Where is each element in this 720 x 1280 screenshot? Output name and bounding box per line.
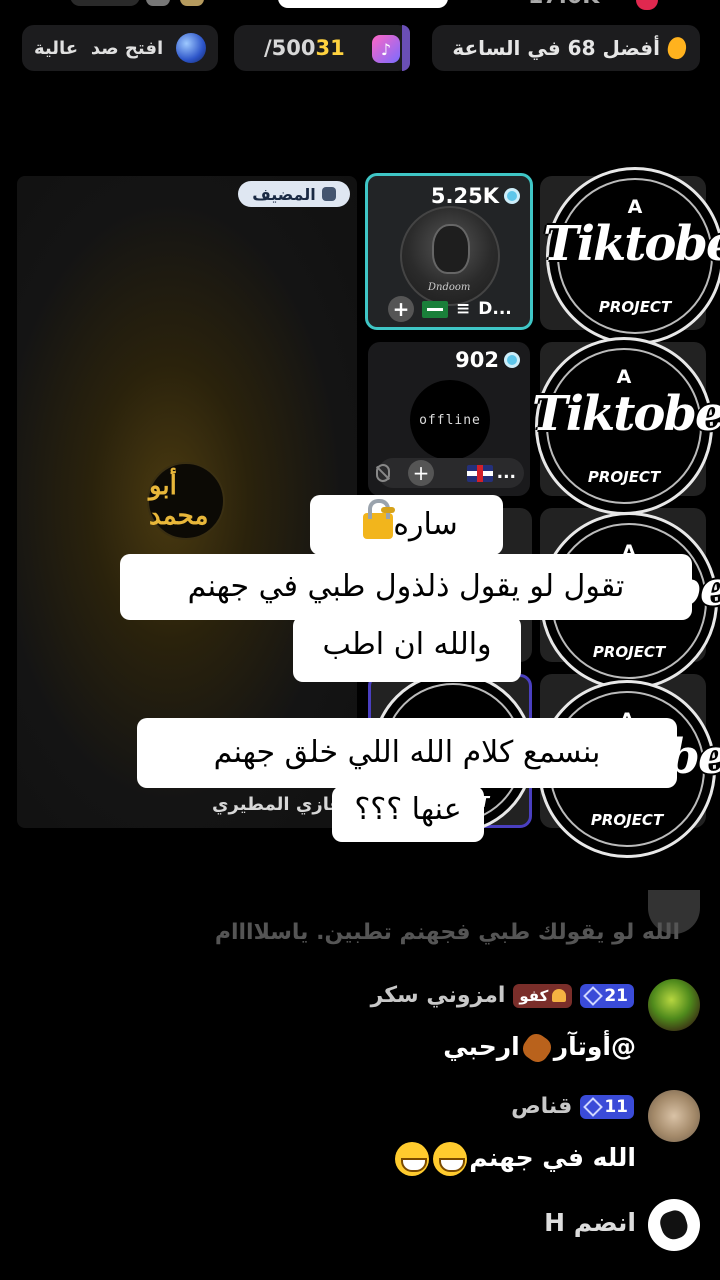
caption-line: عنها ؟؟؟ bbox=[332, 786, 484, 842]
host-avatar[interactable]: أبو محمد bbox=[147, 462, 225, 540]
host-badge-label: المضيف bbox=[252, 184, 316, 204]
hourly-ranking-chip[interactable]: أفضل 68 في الساعة bbox=[432, 25, 700, 71]
chat-text: الله في جهنم bbox=[469, 1143, 636, 1172]
chat-avatar[interactable] bbox=[648, 979, 700, 1031]
chat-message: @أوتآر ارحبي bbox=[443, 1029, 636, 1067]
flame-icon bbox=[665, 35, 689, 61]
close-icon[interactable] bbox=[636, 0, 658, 10]
chat-avatar[interactable] bbox=[648, 1090, 700, 1142]
globe-icon bbox=[175, 33, 206, 63]
level-number: 21 bbox=[604, 985, 628, 1006]
diamond-icon bbox=[504, 352, 520, 368]
offline-avatar: offline bbox=[410, 380, 490, 460]
guest-avatar[interactable]: Dndoom bbox=[400, 206, 500, 306]
guest-score: 902 bbox=[455, 348, 520, 372]
join-avatar[interactable] bbox=[648, 1199, 700, 1251]
goal-progress-bar bbox=[402, 25, 410, 71]
gem-icon bbox=[583, 985, 604, 1006]
fan-badge: كفو bbox=[513, 983, 573, 1008]
grin-emoji-icon bbox=[395, 1142, 430, 1176]
level-badge: 21 bbox=[580, 983, 634, 1008]
add-friend-button[interactable]: + bbox=[388, 296, 414, 322]
goal-total: /500 bbox=[264, 36, 316, 60]
caption-speaker-name: ساره bbox=[393, 507, 458, 542]
guest-tile[interactable]: 5.25K Dndoom + ≡ D... bbox=[365, 173, 533, 330]
open-level: عالية bbox=[34, 37, 79, 59]
goal-current: 31 bbox=[315, 36, 345, 60]
lock-with-key-icon bbox=[363, 498, 396, 539]
tiktober-logo: A Tiktober PROJECT bbox=[532, 337, 720, 515]
mic-off-icon bbox=[376, 464, 390, 482]
guest-name: ... bbox=[496, 463, 516, 483]
join-notice: انضم H bbox=[544, 1208, 636, 1237]
viewer-count: 17.0K bbox=[528, 0, 599, 9]
guest-tile[interactable]: 902 offline + ... bbox=[368, 342, 530, 496]
logo-project: PROJECT bbox=[592, 643, 666, 661]
chat-username[interactable]: امزوني سكر bbox=[371, 983, 506, 1008]
viewer-avatar[interactable] bbox=[180, 0, 204, 6]
ranking-text: أفضل 68 في الساعة bbox=[452, 36, 660, 60]
heart-icon bbox=[552, 989, 567, 1002]
guest-score-value: 5.25K bbox=[430, 184, 499, 208]
open-chip[interactable]: عالية افتح صد bbox=[22, 25, 218, 71]
logo-letter: A bbox=[616, 366, 632, 388]
chat-header: 21 كفو امزوني سكر bbox=[371, 983, 634, 1008]
logo-project: PROJECT bbox=[598, 298, 672, 316]
guest-footer: + ≡ D... bbox=[388, 296, 512, 322]
guest-name: D... bbox=[478, 299, 512, 319]
caption-speaker: ساره bbox=[310, 495, 503, 555]
top-search-field[interactable] bbox=[278, 0, 448, 8]
tiktok-note-icon: ♪ bbox=[372, 35, 400, 63]
add-friend-button[interactable]: + bbox=[408, 460, 434, 486]
chat-message: الله في جهنم bbox=[393, 1142, 636, 1176]
guest-score-value: 902 bbox=[455, 348, 499, 372]
gem-icon bbox=[583, 1096, 604, 1117]
open-label: افتح صد bbox=[90, 37, 164, 59]
host-avatar-text: أبو محمد bbox=[149, 471, 209, 531]
logo-project: PROJECT bbox=[590, 811, 664, 829]
grin-emoji-icon bbox=[433, 1142, 468, 1176]
caption-line: تقول لو يقول ذلذول طبي في جهنم bbox=[120, 554, 692, 620]
goal-chip[interactable]: /500 31 ♪ bbox=[234, 25, 410, 71]
equals-icon: ≡ bbox=[456, 299, 471, 319]
caption-line: والله ان اطب bbox=[293, 616, 521, 682]
chat-message-faded: الله لو يقولك طبي فجهنم تطبين. ياسلاااام bbox=[214, 920, 680, 945]
viewer-avatar[interactable] bbox=[146, 0, 170, 6]
saudi-flag-icon bbox=[422, 300, 448, 318]
host-badge: المضيف bbox=[238, 181, 350, 207]
chat-username[interactable]: قناص bbox=[511, 1094, 572, 1119]
host-icon bbox=[321, 187, 336, 201]
tiktober-logo: A Tiktober PROJECT bbox=[543, 167, 720, 345]
diamond-icon bbox=[504, 188, 520, 204]
level-number: 11 bbox=[604, 1096, 628, 1117]
top-left-pill[interactable] bbox=[70, 0, 140, 6]
fan-badge-label: كفو bbox=[519, 986, 549, 1005]
mention[interactable]: @أوتآر bbox=[554, 1032, 636, 1061]
logo-word: Tiktober bbox=[543, 216, 720, 272]
violin-icon bbox=[518, 1029, 555, 1067]
guest-score: 5.25K bbox=[431, 184, 520, 208]
caption-line: بنسمع كلام الله اللي خلق جهنم bbox=[137, 718, 677, 788]
logo-letter: A bbox=[627, 196, 643, 218]
uk-flag-icon bbox=[466, 464, 493, 482]
logo-word: Tiktober bbox=[532, 386, 720, 442]
wave-hand-icon bbox=[657, 1207, 691, 1243]
chat-header: 11 قناص bbox=[511, 1094, 634, 1119]
guest-footer: + ... bbox=[378, 458, 524, 488]
logo-project: PROJECT bbox=[587, 468, 661, 486]
level-badge: 11 bbox=[580, 1094, 634, 1119]
chat-text: ارحبي bbox=[443, 1032, 520, 1061]
host-name: غازي المطيري bbox=[212, 794, 342, 815]
avatar-tag: Dndoom bbox=[428, 282, 471, 293]
masked-face-image bbox=[432, 224, 470, 274]
top-bar: 17.0K bbox=[0, 0, 720, 14]
